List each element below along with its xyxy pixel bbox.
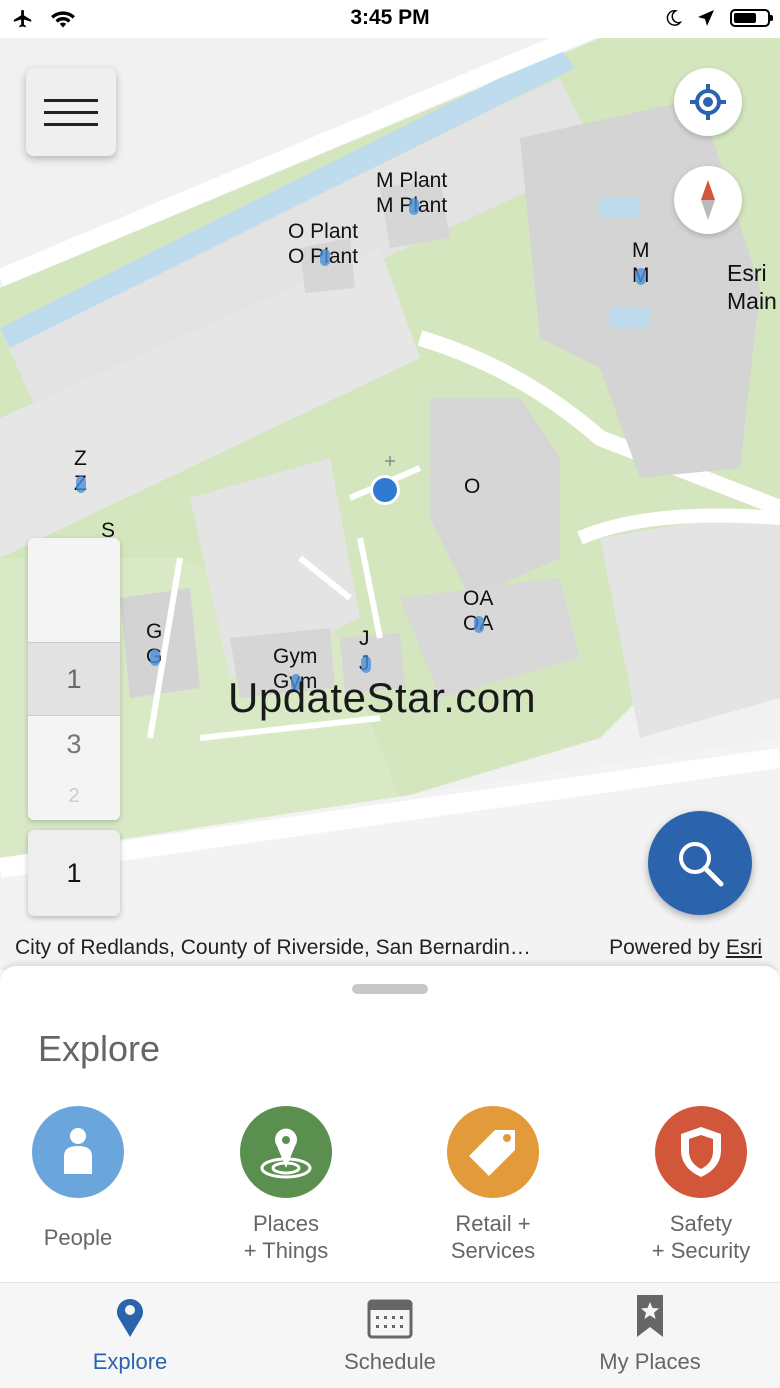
bookmark-star-icon [637, 1295, 663, 1337]
status-right-icons [664, 8, 773, 28]
category-places-things[interactable]: Places + Things [186, 1106, 386, 1264]
floor-item-selected[interactable]: 1 [28, 642, 120, 716]
oa-pin-icon [474, 616, 484, 633]
hamburger-line [44, 98, 98, 102]
map-label-m[interactable]: M M [632, 240, 650, 286]
g-pin-icon [150, 649, 160, 666]
location-arrow-icon [698, 10, 714, 26]
search-button[interactable] [648, 811, 752, 915]
person-icon [64, 1128, 92, 1174]
floor-item[interactable]: 2 [28, 760, 120, 820]
people-circle [32, 1106, 124, 1198]
z-pin-icon [76, 476, 86, 493]
map-label-esri-main[interactable]: Esri Main [727, 260, 777, 315]
category-label: Retail + Services [450, 1211, 536, 1263]
hamburger-line [44, 110, 98, 114]
tab-bar: Explore Schedule My Places [0, 1282, 780, 1388]
category-label: Safety + Security [651, 1211, 751, 1263]
m-pin-icon [636, 268, 646, 285]
map-label-o-plant[interactable]: O Plant O Plant [288, 221, 358, 267]
map-view[interactable]: M Plant M Plant O Plant O Plant M M Esri… [0, 38, 780, 970]
map-label-o[interactable]: O [464, 476, 480, 497]
safety-circle [655, 1106, 747, 1198]
map-label-g[interactable]: G G [146, 621, 162, 667]
map-label-oa[interactable]: OA OA [463, 588, 493, 634]
hamburger-line [44, 122, 98, 126]
category-people[interactable]: People [0, 1106, 178, 1251]
map-label-z[interactable]: Z Z [74, 448, 87, 494]
places-circle [240, 1106, 332, 1198]
category-label: People [43, 1225, 113, 1250]
map-label-j[interactable]: J J [359, 628, 371, 674]
powered-by: Powered by Esri [609, 936, 762, 959]
battery-icon [730, 9, 773, 27]
sheet-title: Explore [38, 1028, 161, 1069]
map-attribution: City of Redlands, County of Riverside, S… [15, 936, 531, 959]
o-plant-pin-icon [320, 249, 330, 266]
status-bar: 3:45 PM [0, 0, 780, 38]
moon-icon [666, 10, 682, 26]
category-retail-services[interactable]: Retail + Services [393, 1106, 593, 1264]
place-pin-icon [260, 1128, 312, 1179]
category-safety-security[interactable]: Safety + Security [601, 1106, 780, 1264]
tab-my-places[interactable]: My Places [520, 1283, 780, 1388]
floor-picker[interactable]: 1 3 2 [28, 538, 120, 820]
tag-icon [469, 1130, 515, 1176]
m-plant-pin-icon [409, 198, 419, 215]
watermark: UpdateStar.com [228, 674, 537, 721]
shield-icon [681, 1127, 721, 1177]
compass-button[interactable] [674, 166, 742, 234]
locate-button[interactable] [674, 68, 742, 136]
tab-explore[interactable]: Explore [0, 1283, 260, 1388]
calendar-icon [367, 1299, 413, 1339]
floor-current-button[interactable]: 1 [28, 830, 120, 916]
category-label: Places + Things [243, 1211, 329, 1263]
tab-schedule[interactable]: Schedule [260, 1283, 520, 1388]
current-location-dot [370, 456, 400, 505]
crosshair-icon [690, 84, 726, 120]
map-label-m-plant[interactable]: M Plant M Plant [376, 170, 447, 216]
status-time: 3:45 PM [350, 6, 430, 29]
search-icon [679, 842, 724, 887]
j-pin-icon [361, 656, 371, 673]
explore-sheet[interactable]: Explore People Places + Things Retail + … [0, 966, 780, 1282]
sheet-drag-handle[interactable] [352, 984, 428, 994]
retail-circle [447, 1106, 539, 1198]
esri-link[interactable]: Esri [726, 936, 762, 959]
compass-icon [701, 180, 715, 220]
map-pin-icon [117, 1299, 143, 1337]
menu-button[interactable] [26, 68, 116, 156]
